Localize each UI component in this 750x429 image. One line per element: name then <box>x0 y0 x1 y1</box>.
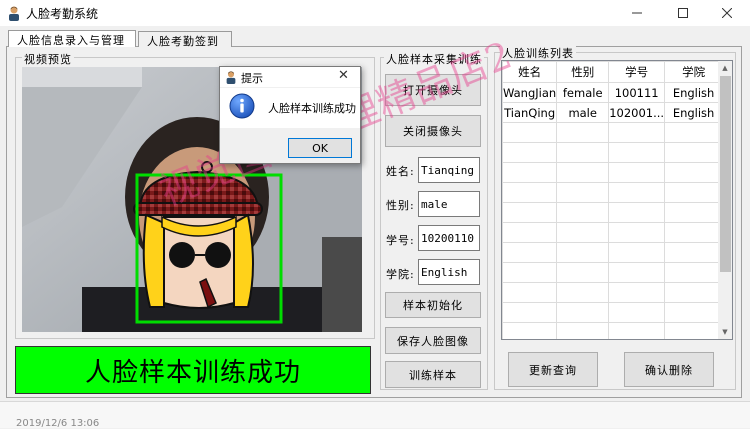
confirm-delete-button[interactable]: 确认删除 <box>624 352 714 387</box>
student-id-field[interactable]: 10200110 <box>418 225 480 251</box>
table-row-empty <box>502 242 724 263</box>
table-row-empty <box>502 142 724 163</box>
user-avatar-icon <box>226 71 236 84</box>
sample-init-button[interactable]: 样本初始化 <box>385 292 481 318</box>
close-camera-button[interactable]: 关闭摄像头 <box>385 115 481 147</box>
table-cell[interactable]: TianQing <box>502 102 558 123</box>
column-header[interactable]: 学号 <box>608 61 666 83</box>
table-row-empty <box>502 222 724 243</box>
maximize-button[interactable] <box>660 0 706 26</box>
video-preview-label: 视频预览 <box>22 51 74 67</box>
scroll-down-arrow-icon[interactable]: ▼ <box>718 325 732 339</box>
table-row-empty <box>502 282 724 303</box>
dialog-message: 人脸样本训练成功 <box>268 102 356 115</box>
tab-face-info-management[interactable]: 人脸信息录入与管理 <box>8 30 136 47</box>
table-header-row: 姓名 性别 学号 学院 <box>502 61 724 83</box>
bottom-timestamp: 2019/12/6 13:06 <box>16 418 100 429</box>
ok-button[interactable]: OK <box>288 138 352 158</box>
info-icon <box>229 93 255 119</box>
table-row-empty <box>502 322 724 339</box>
maximize-icon <box>678 8 688 18</box>
close-icon <box>722 8 732 18</box>
table-row[interactable]: TianQing male 102001... English <box>502 102 724 123</box>
bottom-strip <box>0 401 750 428</box>
college-field[interactable]: English <box>418 259 480 285</box>
name-field[interactable]: Tianqing <box>418 157 480 183</box>
table-row-empty <box>502 122 724 143</box>
minimize-icon <box>632 12 642 14</box>
table-row-empty <box>502 262 724 283</box>
dialog-close-icon[interactable]: ✕ <box>338 68 349 83</box>
table-cell[interactable]: 100111 <box>608 82 666 103</box>
scroll-up-arrow-icon[interactable]: ▲ <box>718 61 732 75</box>
gender-field[interactable]: male <box>418 191 480 217</box>
open-camera-button[interactable]: 打开摄像头 <box>385 74 481 106</box>
column-header[interactable]: 性别 <box>556 61 610 83</box>
window-title: 人脸考勤系统 <box>26 7 99 21</box>
column-header[interactable]: 姓名 <box>502 61 558 83</box>
student-id-label: 学号: <box>386 234 415 247</box>
table-cell[interactable]: English <box>664 102 724 123</box>
sample-training-label: 人脸样本采集训练 <box>384 51 484 67</box>
table-row-empty <box>502 162 724 183</box>
gender-label: 性别: <box>386 199 415 212</box>
table-row-empty <box>502 202 724 223</box>
training-list-table[interactable]: 姓名 性别 学号 学院 WangJian female 100111 Engli… <box>501 60 733 340</box>
column-header[interactable]: 学院 <box>664 61 724 83</box>
table-cell[interactable]: English <box>664 82 724 103</box>
tab-face-attendance[interactable]: 人脸考勤签到 <box>138 31 232 48</box>
table-cell[interactable]: male <box>556 102 610 123</box>
window-close-button[interactable] <box>704 0 750 26</box>
table-cell[interactable]: female <box>556 82 610 103</box>
minimize-button[interactable] <box>614 0 660 26</box>
table-row[interactable]: WangJian female 100111 English <box>502 82 724 103</box>
dialog-title: 提示 <box>241 72 263 85</box>
train-samples-button[interactable]: 训练样本 <box>385 361 481 388</box>
save-face-image-button[interactable]: 保存人脸图像 <box>385 327 481 354</box>
scrollbar-thumb[interactable] <box>720 76 731 272</box>
training-list-label: 人脸训练列表 <box>500 45 576 61</box>
table-row-empty <box>502 302 724 323</box>
status-banner: 人脸样本训练成功 <box>15 346 371 394</box>
table-cell[interactable]: 102001... <box>608 102 666 123</box>
college-label: 学院: <box>386 268 415 281</box>
refresh-query-button[interactable]: 更新查询 <box>508 352 598 387</box>
name-label: 姓名: <box>386 165 415 178</box>
table-row-empty <box>502 182 724 203</box>
table-cell[interactable]: WangJian <box>502 82 558 103</box>
user-avatar-icon <box>9 6 19 21</box>
